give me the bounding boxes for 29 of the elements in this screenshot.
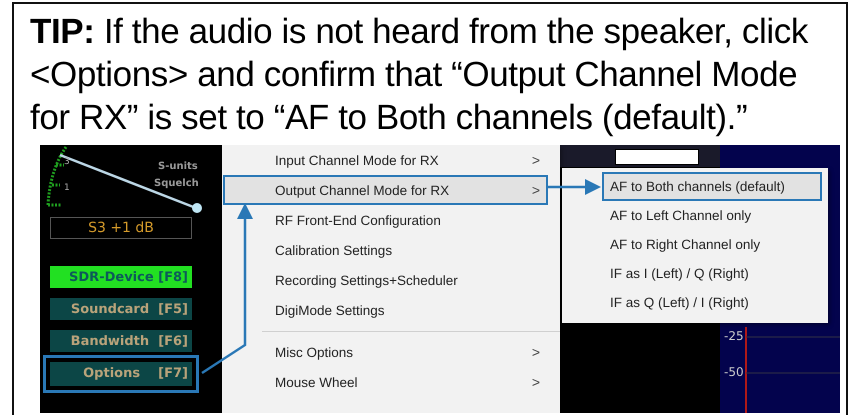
- scale-label: 3: [64, 157, 70, 167]
- chevron-icon: >: [532, 182, 540, 198]
- menu-item[interactable]: Mouse Wheel >: [223, 367, 548, 397]
- scale-label: 1: [64, 183, 70, 193]
- menu-item[interactable]: Output Channel Mode for RX >: [223, 175, 548, 205]
- menu-item[interactable]: Misc Options >: [223, 337, 548, 367]
- chevron-icon: >: [532, 374, 540, 390]
- panel-button[interactable]: Bandwidth [F6]: [50, 330, 192, 352]
- meter-label: S-units: [158, 161, 198, 172]
- axis-label: -25: [724, 329, 744, 343]
- signal-reading: S3 +1 dB: [50, 217, 192, 239]
- chevron-icon: >: [532, 344, 540, 360]
- meter-label: Squelch: [154, 178, 199, 189]
- chevron-icon: >: [532, 152, 540, 168]
- menu-item[interactable]: Input Channel Mode for RX >: [223, 145, 548, 175]
- axis-label: -50: [724, 365, 744, 379]
- menu-item[interactable]: AF to Left Channel only: [602, 201, 822, 230]
- panel-button[interactable]: Soundcard [F5]: [50, 298, 192, 320]
- tip-text: TIP: If the audio is not heard from the speaker, click <Options> and confirm that “Output Channel Mode for RX” is set to “AF to Both channels (default).”: [29, 11, 810, 139]
- panel-button[interactable]: Options [F7]: [50, 362, 192, 386]
- menu-item[interactable]: AF to Right Channel only: [602, 230, 822, 259]
- panel-button[interactable]: SDR-Device [F8]: [50, 266, 192, 288]
- menu-item[interactable]: Calibration Settings: [223, 235, 548, 265]
- menu-item[interactable]: DigiMode Settings: [223, 295, 548, 325]
- menu-item[interactable]: RF Front-End Configuration: [223, 205, 548, 235]
- menu-item[interactable]: AF to Both channels (default): [602, 172, 822, 201]
- menu-item[interactable]: Recording Settings+Scheduler: [223, 265, 548, 295]
- menu-item[interactable]: IF as Q (Left) / I (Right): [602, 288, 822, 317]
- menu-item[interactable]: IF as I (Left) / Q (Right): [602, 259, 822, 288]
